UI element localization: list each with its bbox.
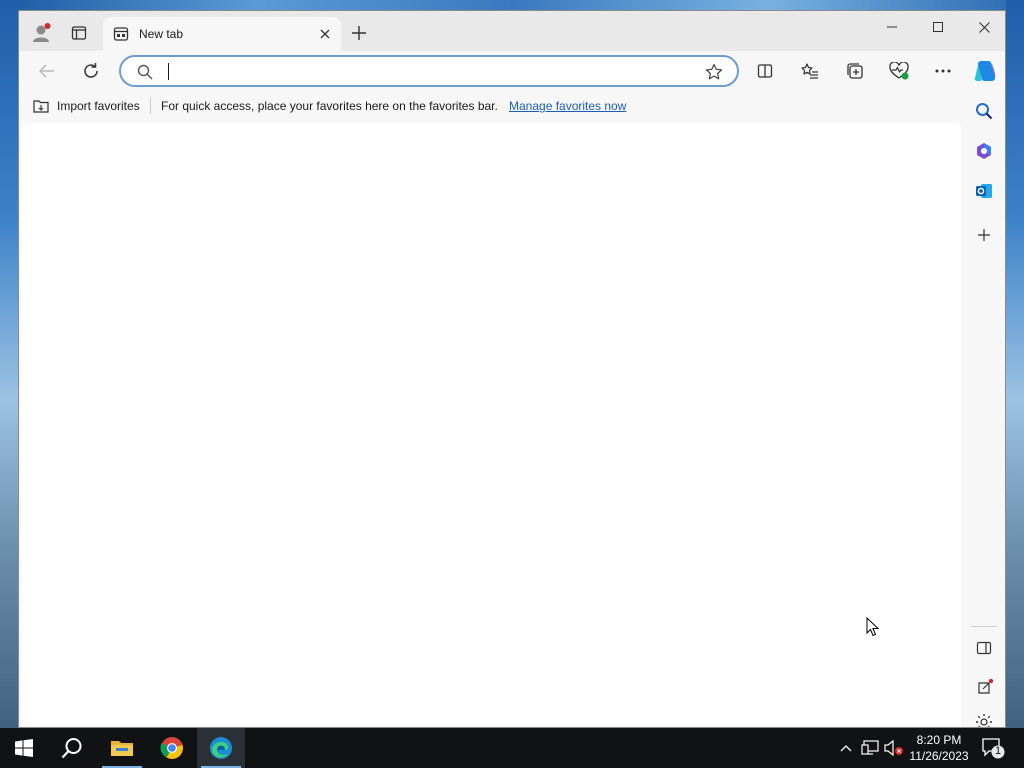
favorites-bar: Import favorites For quick access, place… [19, 91, 963, 121]
maximize-button[interactable] [915, 11, 961, 43]
tab-actions-button[interactable] [63, 17, 95, 49]
close-icon [978, 21, 990, 33]
more-dots-icon [935, 69, 951, 73]
copilot-icon [974, 61, 996, 81]
browser-window: New tab Import favorites For quick acces… [18, 10, 1006, 728]
hide-sidebar-button[interactable] [969, 633, 999, 663]
external-link-button[interactable] [969, 673, 999, 703]
volume-muted-icon [884, 740, 903, 756]
minimize-button[interactable] [869, 11, 915, 43]
desktop-wallpaper-right [1006, 0, 1024, 728]
favorites-divider [150, 98, 151, 114]
favorite-star-icon[interactable] [705, 63, 723, 81]
sidebar-outlook-button[interactable] [969, 176, 999, 206]
collections-button[interactable] [839, 55, 871, 87]
outlook-icon [976, 184, 992, 198]
import-favorites-button[interactable]: Import favorites [57, 99, 140, 113]
sidebar-add-button[interactable] [969, 220, 999, 250]
refresh-button[interactable] [75, 55, 107, 87]
manage-favorites-link[interactable]: Manage favorites now [509, 99, 626, 113]
tab-close-button[interactable] [315, 24, 335, 44]
clock-time: 8:20 PM [916, 733, 962, 747]
plus-icon [978, 229, 990, 241]
clock-date: 11/26/2023 [909, 749, 969, 763]
taskbar-chrome[interactable] [148, 728, 196, 768]
heart-pulse-icon [889, 62, 909, 80]
tab-title: New tab [139, 27, 184, 41]
desktop-wallpaper-left [0, 0, 18, 728]
taskbar-file-explorer[interactable] [98, 728, 146, 768]
notification-icon [982, 738, 1005, 759]
profile-button[interactable] [25, 17, 57, 49]
microsoft-365-icon [977, 143, 991, 159]
close-icon [320, 29, 330, 39]
notification-count: 1 [994, 745, 1002, 757]
address-input[interactable] [165, 61, 685, 81]
maximize-icon [933, 22, 943, 32]
chevron-up-icon [840, 745, 852, 752]
split-screen-button[interactable] [749, 55, 781, 87]
mouse-cursor-icon [866, 617, 880, 637]
edge-icon [210, 737, 232, 759]
folder-icon [111, 741, 133, 756]
chrome-icon [160, 737, 183, 759]
title-bar: New tab [19, 11, 1005, 51]
new-tab-button[interactable] [345, 19, 373, 47]
search-icon [137, 64, 153, 80]
show-hidden-icons-button[interactable] [836, 738, 856, 758]
network-tray-button[interactable] [860, 738, 880, 758]
split-screen-icon [757, 64, 773, 78]
plus-icon [352, 26, 366, 40]
external-link-icon [978, 679, 993, 694]
sidebar-divider [971, 626, 997, 627]
tab-actions-icon [71, 26, 87, 40]
copilot-button[interactable] [969, 55, 1001, 87]
sidebar-settings-button[interactable] [969, 713, 999, 727]
sidebar-search-button[interactable] [969, 96, 999, 126]
search-icon [61, 738, 82, 759]
settings-and-more-button[interactable] [927, 55, 959, 87]
edge-sidebar [963, 91, 1005, 727]
browser-essentials-button[interactable] [883, 55, 915, 87]
back-arrow-icon [39, 64, 54, 78]
taskbar: 8:20 PM 11/26/2023 1 [0, 728, 1024, 768]
gear-icon [976, 714, 992, 727]
tab-new-tab[interactable]: New tab [103, 17, 341, 51]
profile-icon [33, 23, 51, 42]
taskbar-edge[interactable] [197, 728, 245, 768]
new-tab-page-icon [113, 27, 129, 41]
collections-icon [847, 63, 863, 79]
sidebar-toggle-icon [976, 641, 992, 655]
favorites-bar-message: For quick access, place your favorites h… [161, 99, 498, 113]
taskbar-search-button[interactable] [48, 728, 96, 768]
action-center-button[interactable]: 1 [980, 736, 1006, 760]
import-favorites-icon [33, 100, 49, 113]
minimize-icon [887, 26, 897, 28]
sidebar-m365-button[interactable] [969, 136, 999, 166]
back-button[interactable] [31, 55, 63, 87]
system-clock[interactable]: 8:20 PM 11/26/2023 [906, 732, 972, 764]
refresh-icon [84, 63, 98, 78]
page-content[interactable] [21, 123, 961, 727]
address-bar[interactable] [119, 55, 739, 87]
network-icon [861, 740, 879, 755]
windows-logo-icon [15, 739, 33, 757]
close-window-button[interactable] [961, 11, 1007, 43]
navigation-toolbar [19, 51, 1005, 91]
favorites-list-icon [801, 63, 818, 79]
search-icon [976, 103, 993, 120]
favorites-button[interactable] [794, 55, 826, 87]
start-button[interactable] [0, 728, 48, 768]
text-caret [168, 63, 169, 80]
desktop-wallpaper [0, 0, 1024, 10]
volume-tray-button[interactable] [884, 738, 904, 758]
